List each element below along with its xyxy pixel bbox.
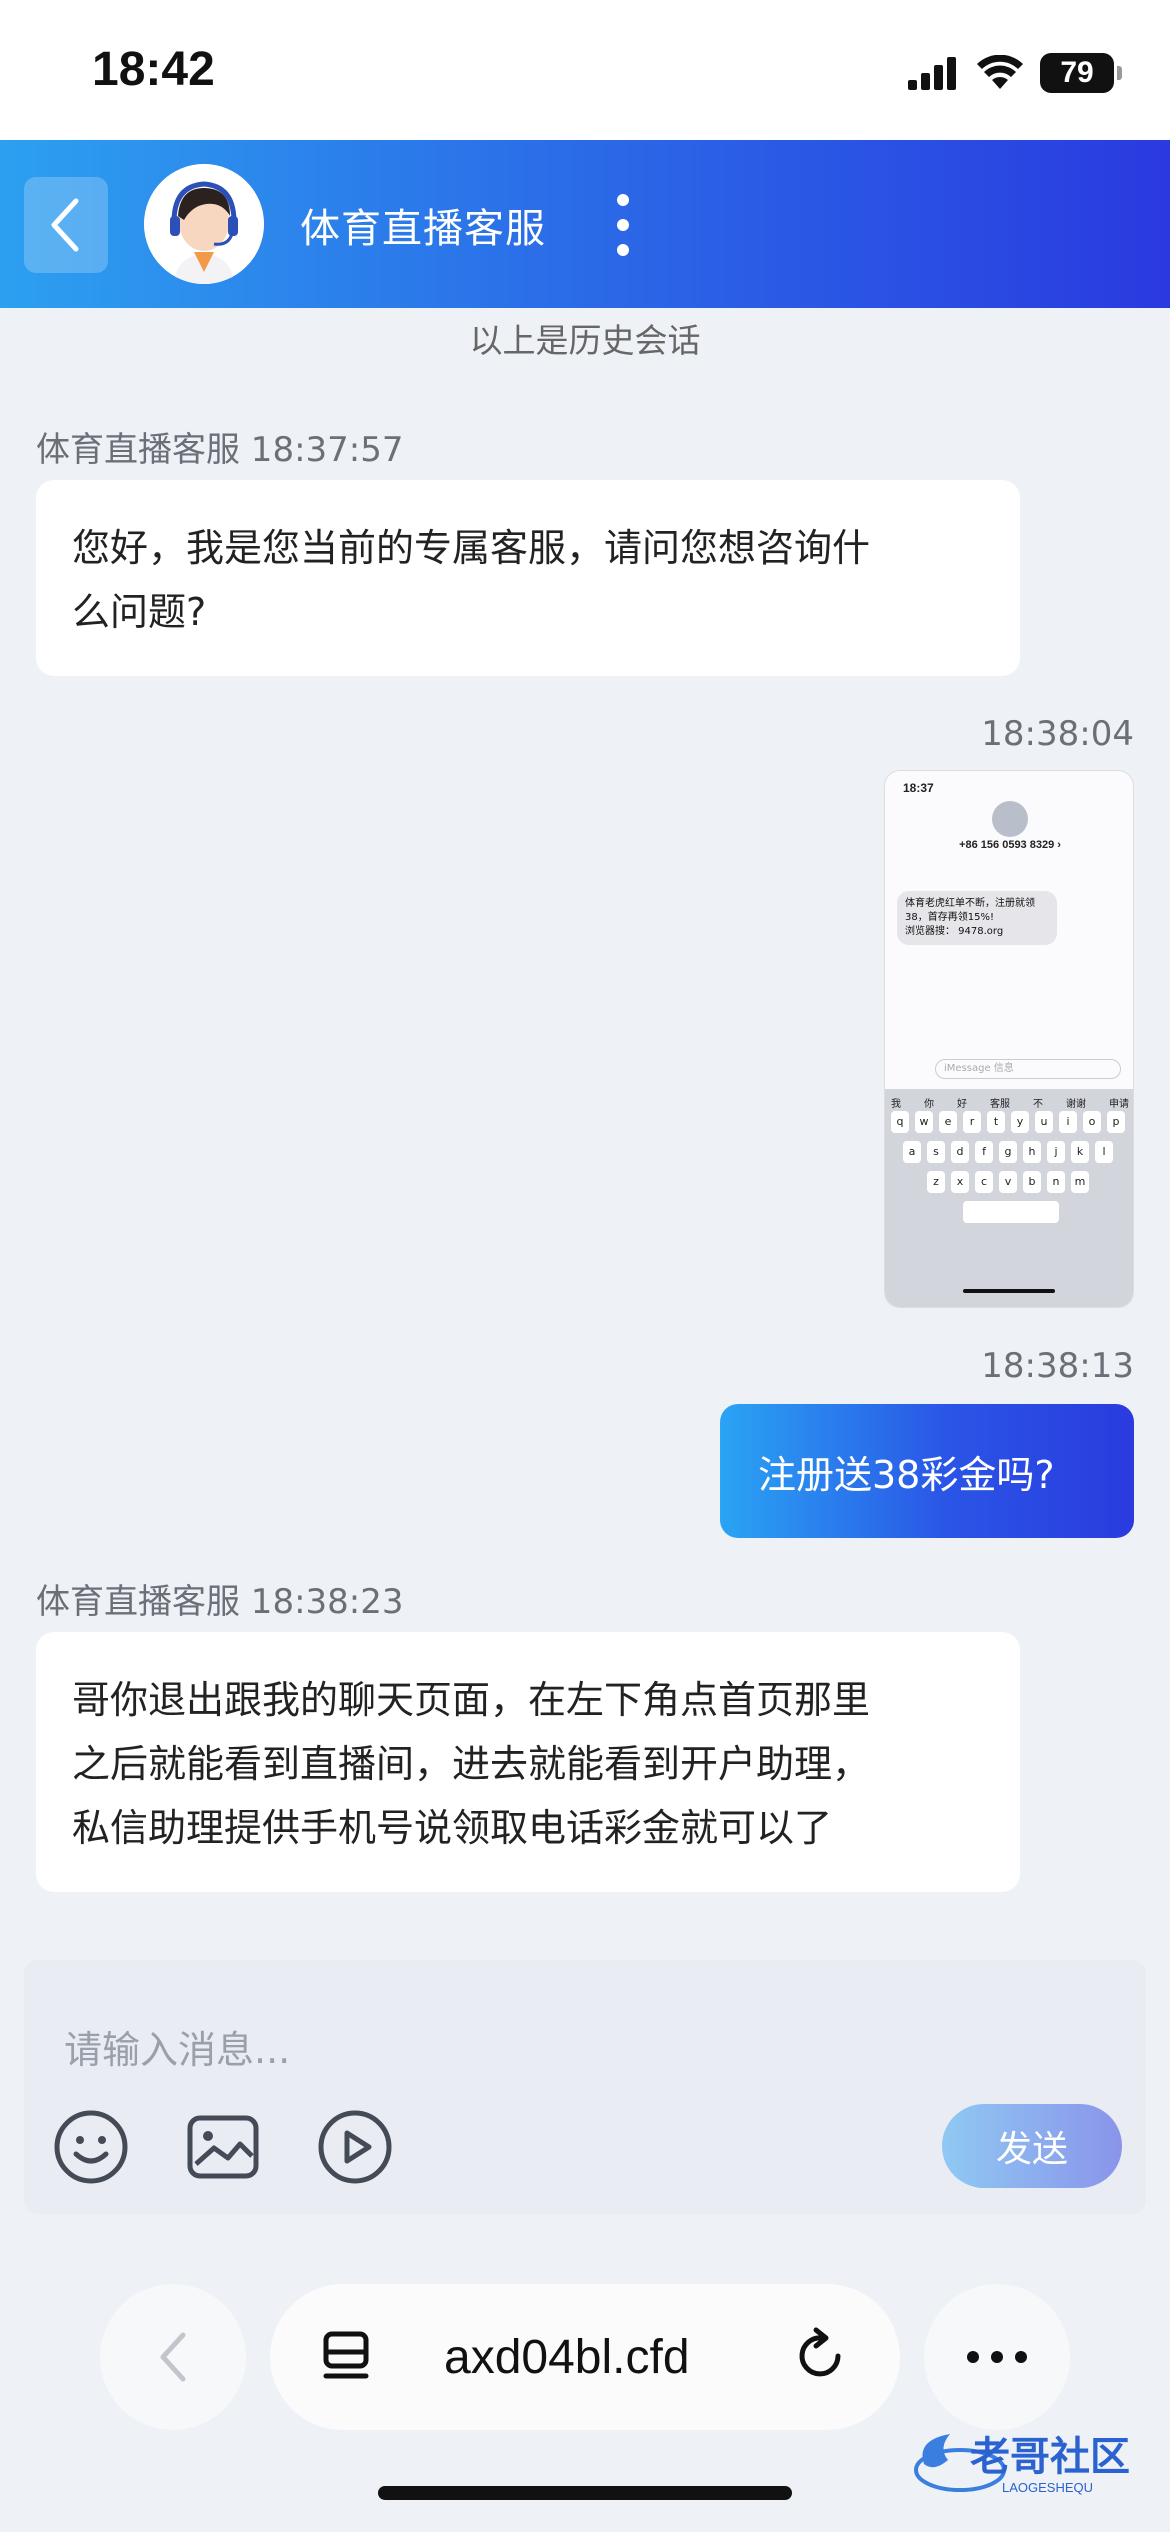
key: s <box>927 1141 945 1163</box>
status-time: 18:42 <box>92 43 215 96</box>
smiley-icon <box>54 2110 128 2184</box>
chevron-left-icon <box>51 198 79 252</box>
status-bar: 18:42 79 <box>0 0 1170 140</box>
chat-title: 体育直播客服 <box>300 206 546 252</box>
message-line: 哥你退出跟我的聊天页面，在左下角点首页那里 <box>72 1678 871 1722</box>
incoming-message-bubble: 哥你退出跟我的聊天页面，在左下角点首页那里 之后就能看到直播间，进去就能看到开户… <box>36 1632 1020 1892</box>
image-button[interactable] <box>184 2108 262 2186</box>
send-button[interactable]: 发送 <box>942 2104 1122 2188</box>
svg-text:LAOGESHEQU: LAOGESHEQU <box>1002 2480 1093 2495</box>
battery-indicator: 79 <box>1040 53 1122 93</box>
message-time: 18:38:13 <box>981 1346 1134 1386</box>
screenshot-sms-bubble: 体育老虎红单不断，注册就领 38，首存再领15%! 浏览器搜： 9478.org <box>897 891 1057 945</box>
key: z <box>927 1171 945 1193</box>
message-time: 18:38:04 <box>981 714 1134 754</box>
key: y <box>1011 1111 1029 1133</box>
message-composer: 发送 <box>24 1960 1146 2214</box>
key: e <box>939 1111 957 1133</box>
watermark-logo-graphic: 老哥社区 LAOGESHEQU <box>914 2434 1130 2495</box>
browser-back-button[interactable] <box>100 2284 246 2430</box>
key: i <box>1059 1111 1077 1133</box>
key: c <box>975 1171 993 1193</box>
space-key <box>963 1201 1059 1223</box>
key: k <box>1071 1141 1089 1163</box>
address-bar[interactable]: axd04bl.cfd <box>270 2284 900 2430</box>
message-line: 之后就能看到直播间，进去就能看到开户助理， <box>72 1742 871 1786</box>
screenshot-home-indicator <box>963 1289 1055 1293</box>
chat-header: 体育直播客服 <box>0 140 1170 308</box>
screenshot-phone-number: +86 156 0593 8329 › <box>959 839 1061 851</box>
key: q <box>891 1111 909 1133</box>
cellular-signal-icon <box>908 57 956 90</box>
watermark-logo: 老哥社区 LAOGESHEQU <box>910 2420 1160 2500</box>
shared-screenshot-image[interactable]: 18:37 +86 156 0593 8329 › 体育老虎红单不断，注册就领 … <box>884 770 1134 1308</box>
key: j <box>1047 1141 1065 1163</box>
vertical-dots-icon <box>617 194 629 256</box>
key: h <box>1023 1141 1041 1163</box>
outgoing-message-bubble: 注册送38彩金吗? <box>720 1404 1134 1538</box>
wifi-icon <box>977 55 1023 89</box>
key: d <box>951 1141 969 1163</box>
back-button[interactable] <box>24 177 108 273</box>
tabs-icon <box>323 2331 369 2379</box>
emoji-button[interactable] <box>52 2108 130 2186</box>
svg-text:老哥社区: 老哥社区 <box>970 2434 1130 2480</box>
message-sender-time: 体育直播客服 18:38:23 <box>36 1582 404 1622</box>
keyboard-suggestions: 我 你 好 客服 不 谢谢 申请 <box>891 1099 1129 1110</box>
key: m <box>1071 1171 1089 1193</box>
key: b <box>1023 1171 1041 1193</box>
message-line: 私信助理提供手机号说领取电话彩金就可以了 <box>72 1806 833 1850</box>
message-input[interactable] <box>64 2020 964 2080</box>
message-text: 注册送38彩金吗? <box>758 1452 1055 1497</box>
screenshot-keyboard: 我 你 好 客服 不 谢谢 申请 q w e r t y u i o p a s… <box>885 1089 1133 1307</box>
key: p <box>1107 1111 1125 1133</box>
key: v <box>999 1171 1017 1193</box>
sms-line: 浏览器搜： 9478.org <box>905 926 1004 937</box>
key: w <box>915 1111 933 1133</box>
key: f <box>975 1141 993 1163</box>
key: l <box>1095 1141 1113 1163</box>
screenshot-imessage-input: iMessage 信息 <box>935 1059 1121 1079</box>
video-button[interactable] <box>316 2108 394 2186</box>
key: t <box>987 1111 1005 1133</box>
more-options-button[interactable] <box>608 190 638 260</box>
customer-service-avatar-icon <box>144 164 264 284</box>
sms-line: 体育老虎红单不断，注册就领 <box>905 898 1035 909</box>
screenshot-contact-avatar <box>992 801 1028 837</box>
history-divider: 以上是历史会话 <box>469 321 701 360</box>
key: g <box>999 1141 1017 1163</box>
play-circle-icon <box>318 2110 392 2184</box>
url-text: axd04bl.cfd <box>444 2331 690 2384</box>
reload-icon[interactable] <box>794 2326 850 2386</box>
key: o <box>1083 1111 1101 1133</box>
browser-menu-button[interactable] <box>924 2284 1070 2430</box>
message-line: 么问题? <box>72 590 207 634</box>
chevron-left-icon <box>160 2332 186 2382</box>
screenshot-time: 18:37 <box>903 781 934 795</box>
key: r <box>963 1111 981 1133</box>
sms-line: 38，首存再领15%! <box>905 912 994 923</box>
image-icon <box>187 2115 259 2179</box>
message-sender-time: 体育直播客服 18:37:57 <box>36 430 404 470</box>
home-indicator <box>378 2486 792 2500</box>
key: n <box>1047 1171 1065 1193</box>
incoming-message-bubble: 您好，我是您当前的专属客服，请问您想咨询什 么问题? <box>36 480 1020 676</box>
agent-avatar <box>144 164 264 284</box>
message-line: 您好，我是您当前的专属客服，请问您想咨询什 <box>72 526 871 570</box>
key: u <box>1035 1111 1053 1133</box>
key: a <box>903 1141 921 1163</box>
key: x <box>951 1171 969 1193</box>
horizontal-dots-icon <box>967 2351 1027 2363</box>
status-icons: 79 <box>908 50 1122 96</box>
